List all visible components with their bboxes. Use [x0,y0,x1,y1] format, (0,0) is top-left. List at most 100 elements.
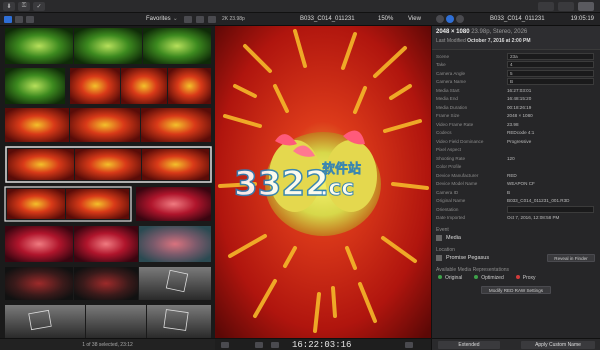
metadata-value: Progressive [507,138,532,144]
thumbnail-row[interactable] [5,267,211,300]
status-dot-icon [474,275,479,279]
metadata-row: Color Profile [432,163,600,172]
modified-value: October 7, 2016 at 2:00 PM [467,38,531,44]
last-modified: Last Modified October 7, 2016 at 2:00 PM [436,38,596,44]
resolution-label: 2K 23.98p [222,16,245,22]
metadata-key: Media End [436,96,458,102]
metadata-row: Codecs REDcode 4:1 [432,129,600,138]
metadata-row: Camera Name B [432,78,600,87]
layout-toggle-browser[interactable] [538,2,554,11]
metadata-key: Camera Name [436,79,466,85]
metadata-row: Camera Angle 5 [432,69,600,78]
event-row: Media [432,233,600,243]
share-inspector-icon[interactable] [456,15,464,23]
metadata-field[interactable]: B [507,78,594,86]
filter-label: Favorites [146,16,171,22]
settings-icon[interactable] [208,16,216,23]
metadata-key: Device Manufacturer [436,172,479,178]
metadata-row: Take 4 [432,61,600,70]
metadata-value: RED [507,172,517,178]
video-inspector-icon[interactable] [436,15,444,23]
metadata-view-dropdown[interactable]: Extended [438,341,500,349]
metadata-key: Camera Angle [436,70,466,76]
info-inspector-icon[interactable] [446,15,454,23]
metadata-row: Video Frame Rate 23.98 [432,120,600,129]
metadata-field[interactable]: 4 [507,61,594,69]
metadata-field[interactable] [507,205,594,213]
view-dropdown[interactable]: View [408,16,421,22]
metadata-key: Take [436,62,446,68]
timecode-display: 16:22:03:16 [292,340,352,350]
metadata-key: Frame Size [436,113,460,119]
metadata-row: Scene 23a [432,52,600,61]
metadata-row: Orientation [432,205,600,214]
metadata-field[interactable]: 23a [507,52,594,60]
metadata-key: Media Duration [436,104,468,110]
metadata-key: Codecs [436,130,452,136]
thumbnail-row[interactable] [4,186,211,222]
layout-toggle-inspector[interactable] [578,2,594,11]
thumbnail-row[interactable] [5,28,211,64]
import-icon[interactable]: ⬇ [3,1,15,11]
titles-icon[interactable] [26,15,34,23]
library-icons [4,15,34,23]
libraries-icon[interactable] [4,15,12,23]
metadata-key: Media Start [436,87,460,93]
inspector-footer: Extended Apply Custom Name [432,338,600,350]
thumbnail-row[interactable] [5,305,211,338]
chevron-down-icon: ⌄ [172,16,178,22]
metadata-row: Shooting Rate 120 [432,154,600,163]
selection-status: 1 of 38 selected, 23:12 [0,338,215,350]
metadata-key: Video Field Dominance [436,138,484,144]
thumbnail-row[interactable] [5,108,211,142]
filter-dropdown[interactable]: Favorites ⌄ [146,15,178,22]
location-value: Promise Pegasus [446,255,490,261]
metadata-key: Original Name [436,198,466,204]
metadata-key: Scene [436,53,450,59]
metadata-key: Video Frame Rate [436,121,474,127]
inspector-title: B033_C014_011231 [490,16,545,22]
metadata-row: Original Name B033_C014_011231_001.R3D [432,197,600,206]
metadata-value: 16:48:15:20 [507,96,532,102]
modify-red-raw-button[interactable]: Modify RED RAW Settings [481,286,551,294]
metadata-row: Pixel Aspect [432,146,600,155]
representation-item: Proxy [515,275,536,281]
metadata-value: B033_C014_011231_001.R3D [507,198,570,204]
layout-toggle-timeline[interactable] [558,2,574,11]
drive-icon [436,255,442,261]
thumbnail-row-selected[interactable] [5,146,212,183]
event-value: Media [446,235,461,241]
list-view-icon[interactable] [196,16,204,23]
thumbnail-grid [4,28,212,338]
check-icon[interactable]: ✓ [33,1,45,11]
key-icon[interactable]: ⚿ [18,1,30,11]
svg-text:.cc: .cc [320,176,354,201]
metadata-field[interactable]: 5 [507,69,594,77]
transform-icon[interactable] [255,342,263,348]
metadata-key: Camera ID [436,189,459,195]
play-icon[interactable] [271,342,279,348]
metadata-key: Shooting Rate [436,155,466,161]
representation-item: Original [438,275,462,281]
metadata-key: Orientation [436,206,459,212]
metadata-value: 23.98 [507,121,519,127]
media-representations: Original Optimized Proxy [432,273,600,283]
event-icon [436,235,442,241]
metadata-value: WEAPON CF [507,181,535,187]
watermark-logo: 3322 .cc 软件站 [233,161,361,201]
photos-icon[interactable] [15,15,23,23]
apply-custom-name-dropdown[interactable]: Apply Custom Name [521,341,595,349]
thumbnail-row[interactable] [5,68,211,104]
thumbnail-row[interactable] [5,226,211,262]
clip-format-sub: 23.98p, Stereo, 2026 [471,29,528,35]
reveal-in-finder-button[interactable]: Reveal in Finder [547,254,595,262]
filmstrip-icon[interactable] [184,16,192,23]
metadata-row: Video Field Dominance Progressive [432,137,600,146]
viewer-options-icon[interactable] [221,342,229,348]
metadata-value: B [507,189,511,195]
representation-item: Optimized [474,275,504,281]
zoom-dropdown[interactable]: 150% [378,16,393,22]
fullscreen-icon[interactable] [405,342,413,348]
metadata-row: Media Duration 00:18:26:19 [432,103,600,112]
metadata-value: 16:27:03:01 [507,87,532,93]
